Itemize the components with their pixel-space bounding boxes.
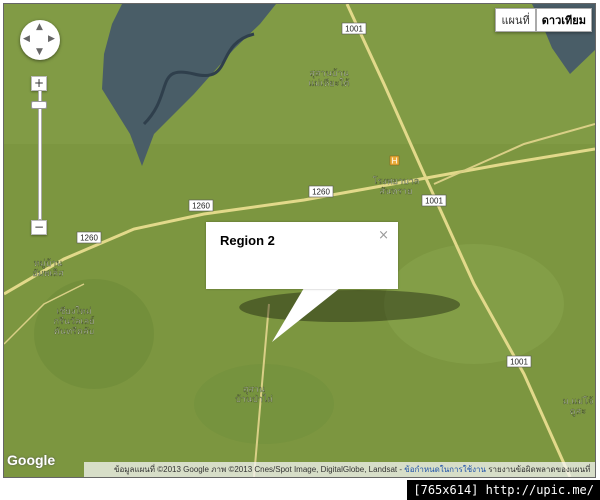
road-shield: 1001 [506, 355, 532, 368]
map-frame[interactable]: 1001 1001 1001 1260 1260 1260 สุสานบ้านแม่เหี… [3, 3, 596, 478]
terms-link[interactable]: ข้อกำหนดในการใช้งาน [404, 465, 486, 474]
info-window-title: Region 2 [220, 233, 275, 248]
road-shield: 1260 [188, 199, 214, 212]
attribution-text: ข้อมูลแผนที่ ©2013 Google ภาพ ©2013 Cnes… [114, 465, 405, 474]
road-shield: 1260 [76, 231, 102, 244]
map-attribution: ข้อมูลแผนที่ ©2013 Google ภาพ ©2013 Cnes… [84, 462, 595, 477]
zoom-in-button[interactable]: + [31, 76, 47, 91]
image-host-watermark: [765x614] http://upic.me/ [407, 480, 600, 500]
road-shield: 1260 [308, 185, 334, 198]
road-shield-label: 1260 [80, 234, 98, 243]
place-label: หมู่บ้านอัมพเลิส [32, 258, 64, 279]
zoom-slider-rail[interactable] [38, 90, 42, 220]
road-shield-label: 1260 [312, 188, 330, 197]
zoom-out-button[interactable]: − [31, 220, 47, 235]
map-type-map-button[interactable]: แผนที่ [495, 8, 536, 32]
pan-down-icon[interactable]: ▼ [36, 48, 43, 57]
svg-text:H: H [392, 157, 398, 166]
road-shield: 1001 [341, 22, 367, 35]
road-shield: 1001 [421, 194, 447, 207]
road-shield-label: 1001 [425, 197, 443, 206]
report-error-link[interactable]: รายงานข้อผิดพลาดของแผนที่ [488, 465, 590, 474]
pan-left-icon[interactable]: ◀ [23, 35, 30, 44]
zoom-slider-handle[interactable] [31, 100, 47, 109]
pan-right-icon[interactable]: ▶ [48, 35, 55, 44]
close-icon[interactable]: × [378, 228, 389, 243]
place-label: เชียงใหม่กรีนวัลเลย์คันทรีคลับ [54, 306, 95, 337]
google-logo[interactable]: Google [7, 452, 55, 468]
marker-h-icon[interactable]: H [389, 155, 400, 166]
place-label: สุสานบ้านแม่เหียะใต้ [308, 68, 349, 89]
info-window: Region 2 × [206, 222, 398, 289]
place-label: โรงพยาบาลสันทราย [373, 176, 420, 197]
pan-up-icon[interactable]: ▲ [36, 23, 43, 32]
map-type-satellite-button[interactable]: ดาวเทียม [535, 8, 592, 32]
road-shield-label: 1001 [345, 25, 363, 34]
road-shield-label: 1260 [192, 202, 210, 211]
pan-control-icon[interactable]: ▲ ▼ ◀ ▶ [20, 20, 60, 60]
map-type-control: แผนที่ ดาวเทียม [495, 8, 592, 32]
zoom-control: + − [31, 76, 47, 238]
road-shield-label: 1001 [510, 358, 528, 367]
